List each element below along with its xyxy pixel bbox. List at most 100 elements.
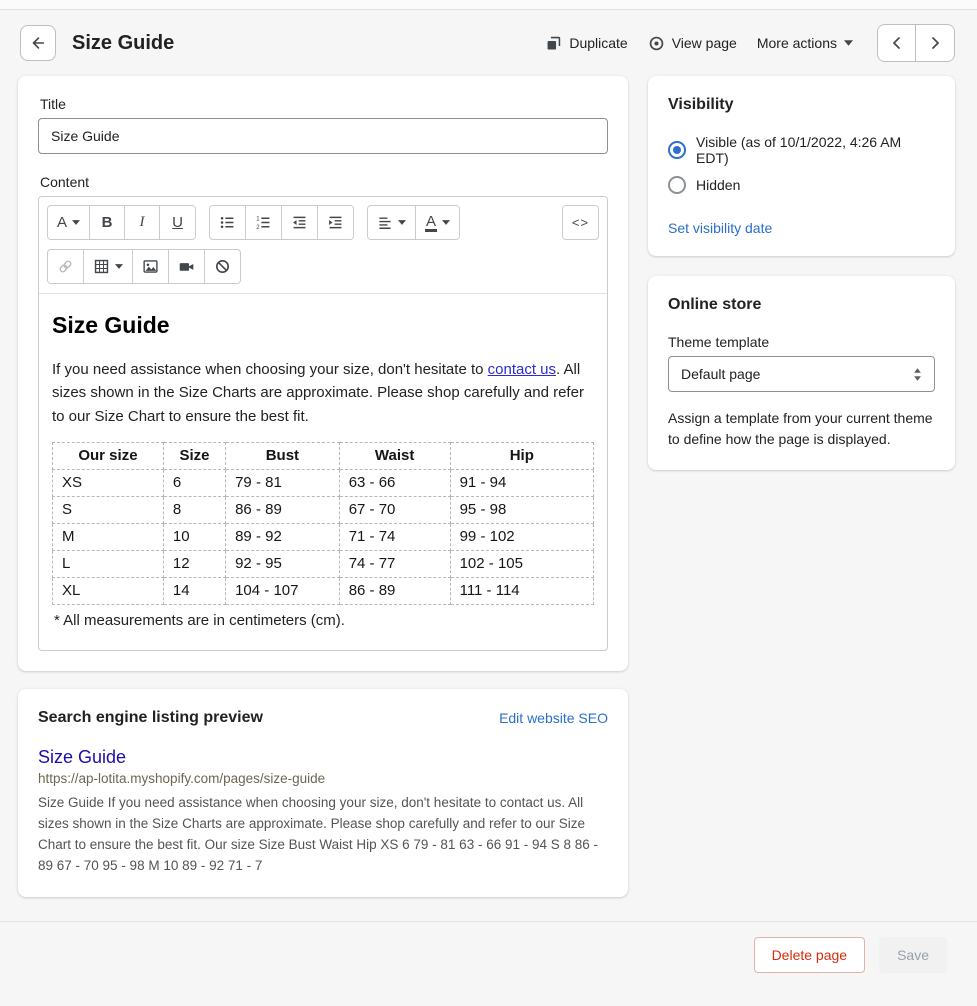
duplicate-button[interactable]: Duplicate — [535, 29, 637, 58]
insert-table-button[interactable] — [84, 250, 133, 283]
contact-us-link[interactable]: contact us — [488, 361, 556, 378]
table-cell: 12 — [163, 550, 225, 577]
table-row: XL 14 104 - 107 86 - 89 111 - 114 — [53, 577, 594, 604]
theme-template-select[interactable]: Default page — [668, 356, 935, 392]
column-header: Hip — [450, 442, 593, 469]
svg-text:2: 2 — [256, 225, 259, 231]
outdent-icon — [291, 214, 308, 231]
previous-page-button[interactable] — [878, 25, 916, 61]
seo-card-header: Search engine listing preview Edit websi… — [38, 709, 608, 727]
save-button[interactable]: Save — [879, 937, 947, 973]
table-cell: 86 - 89 — [226, 496, 340, 523]
visibility-option-hidden[interactable]: Hidden — [668, 176, 935, 194]
caret-down-icon — [398, 220, 406, 225]
text-style-label: A — [57, 214, 67, 231]
clear-formatting-button[interactable] — [205, 250, 240, 283]
back-button[interactable] — [20, 25, 56, 61]
bullet-list-button[interactable] — [210, 206, 246, 239]
underline-button[interactable]: U — [160, 206, 195, 239]
italic-label: I — [140, 214, 145, 231]
theme-template-help-text: Assign a template from your current them… — [668, 408, 935, 450]
edit-website-seo-link[interactable]: Edit website SEO — [499, 710, 608, 726]
eye-icon — [648, 35, 665, 52]
video-icon — [178, 258, 195, 275]
top-bar-edge — [0, 0, 977, 10]
link-button[interactable] — [48, 250, 84, 283]
next-page-button[interactable] — [916, 25, 954, 61]
content-paragraph: If you need assistance when choosing you… — [52, 358, 594, 428]
column-header: Our size — [53, 442, 164, 469]
view-page-label: View page — [672, 35, 737, 51]
link-icon — [57, 258, 74, 275]
paragraph-text-before: If you need assistance when choosing you… — [52, 361, 488, 378]
format-group: A B I U — [47, 205, 196, 240]
outdent-button[interactable] — [282, 206, 318, 239]
delete-page-button[interactable]: Delete page — [754, 937, 866, 973]
text-color-button[interactable]: A — [416, 206, 459, 239]
table-cell: 10 — [163, 523, 225, 550]
right-column: Visibility Visible (as of 10/1/2022, 4:2… — [648, 76, 955, 490]
caret-down-icon — [442, 220, 450, 225]
duplicate-icon — [545, 35, 562, 52]
align-left-icon — [377, 215, 393, 231]
table-cell: XS — [53, 469, 164, 496]
table-row: M 10 89 - 92 71 - 74 99 - 102 — [53, 523, 594, 550]
more-actions-button[interactable]: More actions — [747, 29, 863, 57]
page-header: Size Guide Duplicate View page More acti… — [0, 10, 977, 76]
table-cell: 79 - 81 — [226, 469, 340, 496]
table-cell: 71 - 74 — [339, 523, 450, 550]
table-cell: M — [53, 523, 164, 550]
set-visibility-date-link[interactable]: Set visibility date — [668, 220, 772, 236]
svg-text:1: 1 — [256, 216, 260, 222]
page-footer: Delete page Save — [0, 921, 977, 995]
table-cell: 86 - 89 — [339, 577, 450, 604]
visibility-option-visible[interactable]: Visible (as of 10/1/2022, 4:26 AM EDT) — [668, 134, 935, 166]
hidden-option-label: Hidden — [696, 177, 740, 193]
content-field-label: Content — [40, 174, 608, 190]
visible-option-label: Visible (as of 10/1/2022, 4:26 AM EDT) — [696, 134, 935, 166]
insert-image-button[interactable] — [133, 250, 169, 283]
table-cell: 95 - 98 — [450, 496, 593, 523]
chevron-right-icon — [931, 37, 940, 49]
column-header: Waist — [339, 442, 450, 469]
back-arrow-icon — [29, 34, 47, 52]
table-icon — [93, 258, 110, 275]
title-input[interactable] — [38, 118, 608, 154]
left-column: Title Content A B I — [18, 76, 628, 897]
size-chart-table: Our size Size Bust Waist Hip XS — [52, 442, 594, 605]
indent-button[interactable] — [318, 206, 353, 239]
ban-icon — [214, 258, 231, 275]
seo-card-title: Search engine listing preview — [38, 709, 263, 727]
content-heading: Size Guide — [52, 312, 594, 339]
page-title: Size Guide — [72, 32, 174, 55]
show-html-button[interactable]: <> — [563, 206, 598, 239]
text-style-button[interactable]: A — [48, 206, 90, 239]
list-group: 12 — [209, 205, 354, 240]
table-row: XS 6 79 - 81 63 - 66 91 - 94 — [53, 469, 594, 496]
theme-template-label: Theme template — [668, 334, 935, 350]
editor-content-area[interactable]: Size Guide If you need assistance when c… — [39, 294, 607, 650]
insert-video-button[interactable] — [169, 250, 205, 283]
page-edit-card: Title Content A B I — [18, 76, 628, 671]
editor-toolbar: A B I U — [39, 197, 607, 294]
radio-selected-icon[interactable] — [668, 141, 686, 159]
duplicate-label: Duplicate — [569, 35, 627, 51]
header-actions: Duplicate View page More actions — [535, 24, 955, 62]
radio-unselected-icon[interactable] — [668, 176, 686, 194]
numbered-list-button[interactable]: 12 — [246, 206, 282, 239]
table-cell: XL — [53, 577, 164, 604]
table-cell: 111 - 114 — [450, 577, 593, 604]
view-page-button[interactable]: View page — [638, 29, 747, 58]
align-color-group: A — [367, 205, 460, 240]
table-row: L 12 92 - 95 74 - 77 102 - 105 — [53, 550, 594, 577]
code-group: <> — [562, 205, 599, 240]
bold-button[interactable]: B — [90, 206, 125, 239]
table-cell: S — [53, 496, 164, 523]
up-down-arrows-icon — [913, 368, 922, 381]
alignment-button[interactable] — [368, 206, 416, 239]
italic-button[interactable]: I — [125, 206, 160, 239]
toolbar-row-2 — [47, 249, 599, 284]
bold-label: B — [102, 214, 113, 231]
table-cell: 91 - 94 — [450, 469, 593, 496]
caret-down-icon — [844, 40, 853, 46]
